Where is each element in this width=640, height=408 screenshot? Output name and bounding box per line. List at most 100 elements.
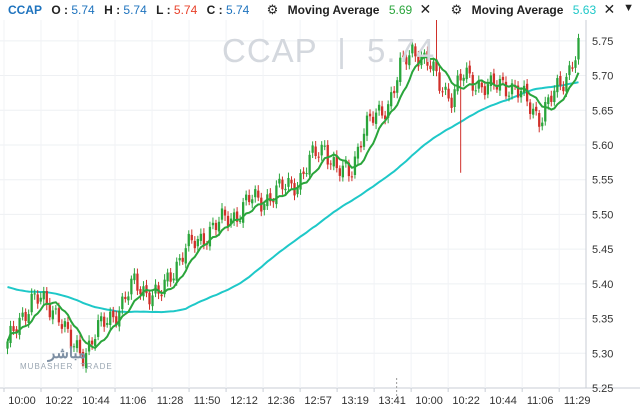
logo-latin: MUBASHER xyxy=(20,362,74,371)
candle-body xyxy=(562,86,565,92)
candle-body xyxy=(565,76,568,92)
open-value: 5.74 xyxy=(71,3,95,17)
chart-legend: CCAP O : 5.74 H : 5.74 L : 5.74 C : 5.74… xyxy=(0,0,640,18)
candle-body xyxy=(529,102,532,114)
candle-body xyxy=(245,194,248,201)
candle-body xyxy=(66,322,70,329)
candle-body xyxy=(577,37,580,60)
y-tick-label: 5.75 xyxy=(592,36,613,48)
candle-body xyxy=(338,168,341,176)
chart-grid xyxy=(0,20,640,389)
candle-body xyxy=(133,273,136,281)
candle-body xyxy=(263,204,266,210)
logo-sub: TRADE xyxy=(80,362,113,371)
candle-body xyxy=(238,220,242,222)
candle-body xyxy=(217,221,221,232)
y-tick-label: 5.55 xyxy=(592,175,613,187)
high-value: 5.74 xyxy=(123,3,147,17)
candle-body xyxy=(187,233,190,247)
candle-body xyxy=(21,312,24,317)
candle-body xyxy=(465,67,468,80)
candle-body xyxy=(106,323,109,325)
candle-body xyxy=(48,303,51,318)
candle-body xyxy=(547,97,550,105)
candle-body xyxy=(368,113,372,117)
x-tick-label: 11:29 xyxy=(564,395,591,407)
ma2-settings-gear-icon[interactable]: ⚙ xyxy=(451,1,463,19)
ma1-close-icon[interactable]: ✕ xyxy=(420,0,432,18)
y-tick-label: 5.25 xyxy=(592,383,613,395)
candle-body xyxy=(350,176,354,178)
candle-body xyxy=(42,291,45,300)
candle-body xyxy=(281,179,284,190)
candle-body xyxy=(332,157,335,167)
candle-body xyxy=(308,154,311,175)
x-tick-label: 10:44 xyxy=(82,395,110,407)
y-tick-label: 5.40 xyxy=(592,279,613,291)
watermark-separator: | xyxy=(337,32,347,69)
candle-body xyxy=(302,171,305,175)
candle-body xyxy=(178,258,181,261)
candle-body xyxy=(507,95,511,97)
candle-body xyxy=(214,222,218,230)
candle-body xyxy=(30,293,33,313)
moving-average-slow-line xyxy=(7,81,579,314)
close-label: C : xyxy=(206,3,223,17)
candle-body xyxy=(556,78,559,93)
candle-body xyxy=(504,81,508,97)
y-tick-label: 5.60 xyxy=(592,140,613,152)
logo-arabic: مباشر xyxy=(48,345,86,362)
candle-body xyxy=(356,146,360,159)
candle-body xyxy=(290,179,293,184)
candle-body xyxy=(6,341,9,349)
symbol-watermark: CCAP | 5.74 xyxy=(222,32,435,70)
legend-symbol[interactable]: CCAP xyxy=(8,1,42,19)
close-value: 5.74 xyxy=(225,3,250,17)
x-tick-label: 10:00 xyxy=(415,395,443,407)
candle-body xyxy=(193,240,196,249)
y-tick-label: 5.50 xyxy=(592,209,613,221)
candle-body xyxy=(305,173,308,175)
candle-body xyxy=(254,189,257,198)
y-axis: 5.75 5.70 5.65 5.60 5.55 5.50 5.45 5.40 5.35 5.30… xyxy=(592,36,613,395)
moving-average-slow-layer xyxy=(7,81,579,314)
candle-body xyxy=(196,239,199,247)
candle-body xyxy=(124,296,127,300)
candle-body xyxy=(341,165,344,178)
candle-body xyxy=(36,294,39,304)
candle-body xyxy=(535,106,538,112)
candle-body xyxy=(538,112,541,127)
x-tick-label: 11:06 xyxy=(120,395,147,407)
x-tick-label: 11:50 xyxy=(194,395,221,407)
candle-body xyxy=(474,90,477,92)
legend-dropdown-chevron-down-icon[interactable]: ▼ xyxy=(623,2,634,14)
ma1-settings-gear-icon[interactable]: ⚙ xyxy=(267,1,279,19)
candle-body xyxy=(172,278,175,281)
moving-average-fast-line xyxy=(6,55,580,350)
candle-body xyxy=(456,75,459,92)
x-tick-label: 12:36 xyxy=(267,395,295,407)
candle-body xyxy=(54,308,57,310)
candle-body xyxy=(199,233,203,241)
candle-body xyxy=(166,272,169,282)
candle-body xyxy=(109,311,112,326)
candle-body xyxy=(57,308,61,323)
candle-body xyxy=(468,65,471,74)
candle-body xyxy=(211,222,215,226)
ma2-close-icon[interactable]: ✕ xyxy=(603,0,615,18)
candle-body xyxy=(190,234,193,241)
candle-body xyxy=(220,208,224,220)
candle-body xyxy=(311,145,314,153)
candle-body xyxy=(299,173,302,190)
candle-body xyxy=(257,190,260,198)
candles-layer xyxy=(6,20,580,373)
mubasher-logo: مباشر MUBASHER TRADE xyxy=(20,344,113,371)
candle-body xyxy=(96,320,100,337)
candle-body xyxy=(323,145,326,147)
ma2-title: Moving Average xyxy=(471,3,564,17)
candle-body xyxy=(444,86,447,90)
y-tick-label: 5.70 xyxy=(592,71,613,83)
candle-body xyxy=(60,324,64,329)
candle-body xyxy=(480,82,483,88)
candle-body xyxy=(287,177,290,187)
